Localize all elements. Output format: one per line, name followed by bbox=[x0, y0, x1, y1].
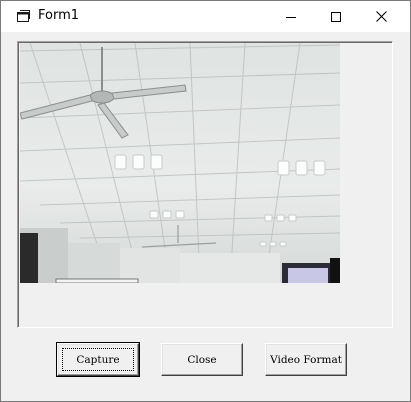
close-window-button[interactable] bbox=[358, 1, 404, 32]
client-area: Capture Close Video Format bbox=[9, 32, 402, 395]
video-format-button[interactable]: Video Format bbox=[265, 343, 347, 376]
window-title: Form1 bbox=[38, 8, 80, 23]
video-format-button-label: Video Format bbox=[270, 353, 342, 366]
focus-rectangle bbox=[62, 348, 134, 371]
close-button-label: Close bbox=[187, 353, 217, 366]
close-icon bbox=[375, 11, 387, 22]
video-preview-frame bbox=[17, 41, 393, 328]
form-window-icon[interactable] bbox=[16, 9, 31, 24]
minimize-icon bbox=[286, 16, 296, 18]
close-button[interactable]: Close bbox=[161, 343, 243, 376]
maximize-button[interactable] bbox=[313, 1, 359, 32]
minimize-button[interactable] bbox=[268, 1, 314, 32]
capture-button[interactable]: Capture bbox=[56, 342, 140, 377]
webcam-preview-image bbox=[20, 43, 340, 283]
maximize-icon bbox=[331, 11, 341, 22]
form1-window: Form1 Capture Close Video Format bbox=[0, 0, 411, 402]
title-bar[interactable]: Form1 bbox=[1, 1, 410, 32]
